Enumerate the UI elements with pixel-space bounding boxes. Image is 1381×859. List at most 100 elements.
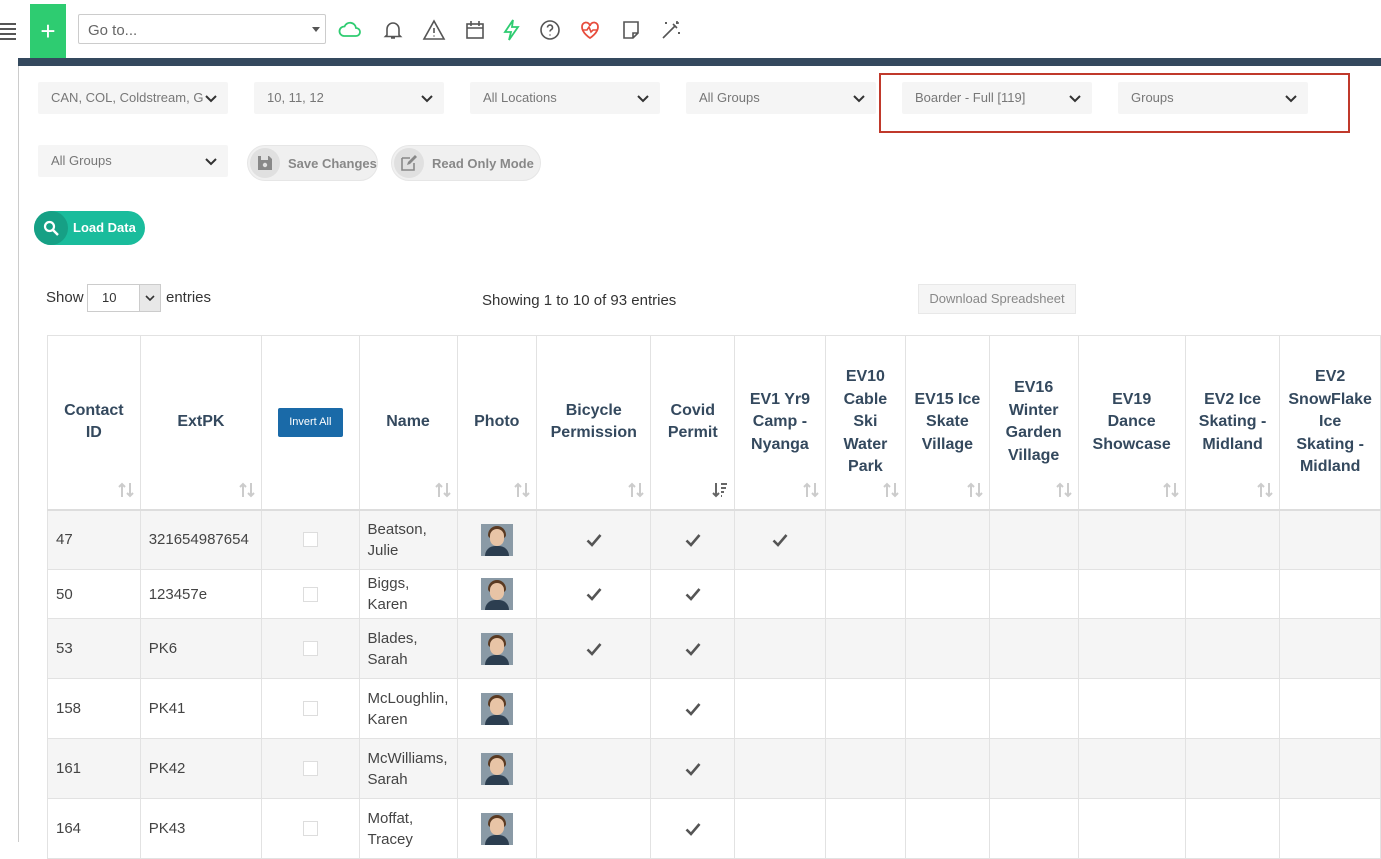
ev16-cell[interactable] — [988, 798, 1079, 859]
row-checkbox[interactable] — [302, 532, 318, 548]
ev16-cell[interactable] — [988, 569, 1079, 619]
covid-cell[interactable] — [650, 678, 736, 739]
table-row[interactable]: 47 321654987654 Beatson, Julie — [47, 509, 1381, 570]
column-header-extpk[interactable]: ExtPK — [139, 335, 263, 511]
ev1-cell[interactable] — [734, 798, 826, 859]
groups-select[interactable]: All Groups — [686, 82, 876, 114]
ev16-cell[interactable] — [988, 509, 1079, 570]
bicycle-cell[interactable] — [536, 678, 652, 739]
covid-cell[interactable] — [650, 738, 736, 799]
ev15-cell[interactable] — [905, 678, 990, 739]
locations-select[interactable]: All Locations — [470, 82, 660, 114]
ev15-cell[interactable] — [905, 509, 990, 570]
column-header-name[interactable]: Name — [358, 335, 458, 511]
sort-icon[interactable] — [803, 481, 819, 499]
ev15-cell[interactable] — [905, 569, 990, 619]
ev2-ice-cell[interactable] — [1184, 569, 1281, 619]
ev2-snowflake-cell[interactable] — [1279, 798, 1381, 859]
ev10-cell[interactable] — [824, 569, 907, 619]
column-header-ev15[interactable]: EV15 Ice Skate Village — [905, 335, 990, 511]
read-only-mode-button[interactable]: Read Only Mode — [391, 145, 541, 181]
sort-icon[interactable] — [1257, 481, 1274, 499]
table-row[interactable]: 53 PK6 Blades, Sarah — [47, 618, 1381, 679]
row-checkbox[interactable] — [302, 641, 318, 656]
covid-cell[interactable] — [650, 618, 736, 679]
ev19-cell[interactable] — [1077, 738, 1186, 799]
magic-wand-icon[interactable] — [659, 18, 683, 42]
ev1-cell[interactable] — [734, 738, 826, 799]
calendar-icon[interactable] — [463, 18, 487, 42]
bicycle-cell[interactable] — [536, 569, 652, 619]
sort-icon[interactable] — [628, 481, 645, 499]
sort-icon[interactable] — [967, 481, 983, 499]
row-checkbox[interactable] — [302, 586, 318, 602]
ev2-ice-cell[interactable] — [1184, 618, 1281, 679]
lightning-icon[interactable] — [500, 18, 524, 42]
download-spreadsheet-button[interactable]: Download Spreadsheet — [918, 284, 1076, 314]
all-groups-select[interactable]: All Groups — [38, 145, 228, 177]
note-icon[interactable] — [619, 18, 643, 42]
ev1-cell[interactable] — [734, 618, 826, 679]
column-header-photo[interactable]: Photo — [456, 335, 538, 511]
column-header-ev16[interactable]: EV16 Winter Garden Village — [988, 335, 1079, 511]
bicycle-cell[interactable] — [536, 738, 652, 799]
sort-icon[interactable] — [434, 481, 451, 499]
cloud-icon[interactable] — [338, 18, 362, 42]
ev2-ice-cell[interactable] — [1184, 738, 1281, 799]
ev1-cell[interactable] — [734, 678, 826, 739]
ev10-cell[interactable] — [824, 738, 907, 799]
column-header-ev1[interactable]: EV1 Yr9 Camp - Nyanga — [734, 335, 826, 511]
add-button[interactable]: + — [30, 4, 66, 58]
help-icon[interactable] — [538, 18, 562, 42]
ev10-cell[interactable] — [824, 798, 907, 859]
ev2-snowflake-cell[interactable] — [1279, 509, 1381, 570]
ev10-cell[interactable] — [824, 618, 907, 679]
ev15-cell[interactable] — [905, 738, 990, 799]
column-header-covid[interactable]: Covid Permit — [650, 335, 736, 511]
covid-cell[interactable] — [650, 509, 736, 570]
sort-icon[interactable] — [239, 481, 255, 499]
ev2-snowflake-cell[interactable] — [1279, 738, 1381, 799]
bell-icon[interactable] — [381, 18, 405, 42]
ev19-cell[interactable] — [1077, 618, 1186, 679]
column-header-bicycle[interactable]: Bicycle Permission — [536, 335, 652, 511]
sort-desc-icon[interactable] — [712, 481, 728, 499]
column-header-ev10[interactable]: EV10 Cable Ski Water Park — [824, 335, 907, 511]
bicycle-cell[interactable] — [536, 798, 652, 859]
row-checkbox[interactable] — [302, 761, 318, 776]
bicycle-cell[interactable] — [536, 509, 652, 570]
save-changes-button[interactable]: Save Changes — [247, 145, 378, 181]
ev19-cell[interactable] — [1077, 678, 1186, 739]
goto-search-input[interactable]: Go to... — [78, 14, 326, 44]
row-checkbox[interactable] — [302, 701, 318, 716]
ev19-cell[interactable] — [1077, 798, 1186, 859]
covid-cell[interactable] — [650, 798, 736, 859]
ev2-ice-cell[interactable] — [1184, 798, 1281, 859]
ev2-ice-cell[interactable] — [1184, 678, 1281, 739]
menu-icon[interactable] — [0, 20, 18, 42]
column-header-ev19[interactable]: EV19 Dance Showcase — [1077, 335, 1186, 511]
column-header-ev2-ice[interactable]: EV2 Ice Skating - Midland — [1184, 335, 1281, 511]
sort-icon[interactable] — [1163, 481, 1179, 499]
ev2-snowflake-cell[interactable] — [1279, 569, 1381, 619]
ev16-cell[interactable] — [988, 618, 1079, 679]
load-data-button[interactable]: Load Data — [34, 211, 145, 245]
covid-cell[interactable] — [650, 569, 736, 619]
sort-icon[interactable] — [117, 481, 134, 499]
ev15-cell[interactable] — [905, 618, 990, 679]
ev15-cell[interactable] — [905, 798, 990, 859]
entries-per-page-select[interactable]: 10 — [87, 284, 161, 312]
ev19-cell[interactable] — [1077, 509, 1186, 570]
heartbeat-icon[interactable] — [578, 18, 602, 42]
warning-icon[interactable] — [422, 18, 446, 42]
ev1-cell[interactable] — [734, 569, 826, 619]
ev2-ice-cell[interactable] — [1184, 509, 1281, 570]
table-row[interactable]: 158 PK41 McLoughlin, Karen — [47, 678, 1381, 739]
table-row[interactable]: 161 PK42 McWilliams, Sarah — [47, 738, 1381, 799]
ev16-cell[interactable] — [988, 678, 1079, 739]
ev10-cell[interactable] — [824, 509, 907, 570]
table-row[interactable]: 164 PK43 Moffat, Tracey — [47, 798, 1381, 859]
ev1-cell[interactable] — [734, 509, 826, 570]
sort-icon[interactable] — [1055, 481, 1072, 499]
bicycle-cell[interactable] — [536, 618, 652, 679]
